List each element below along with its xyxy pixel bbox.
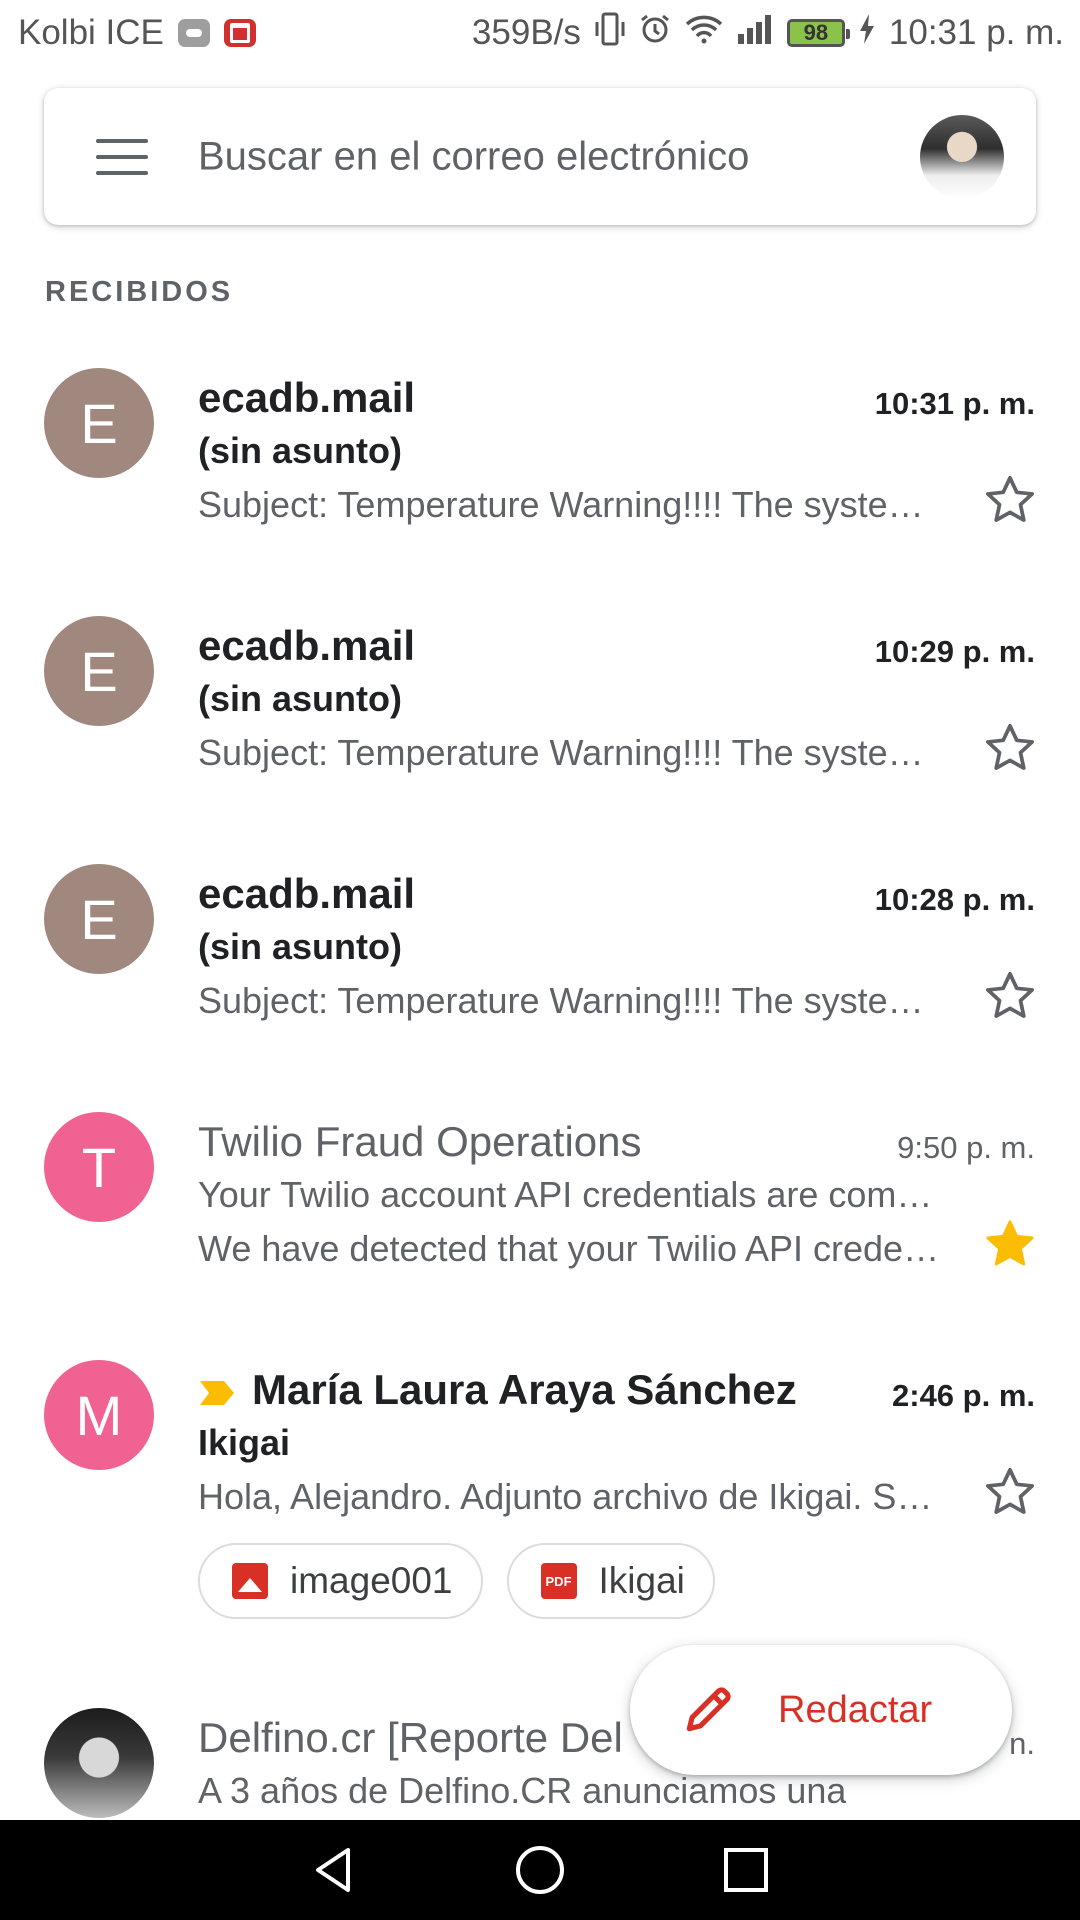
home-icon[interactable] [512, 1842, 568, 1898]
sender-avatar: E [44, 616, 154, 726]
attachment-chip-pdf[interactable]: PDF Ikigai [506, 1543, 715, 1619]
sender-avatar: E [44, 864, 154, 974]
sender-name: Delfino.cr [Reporte Del [198, 1714, 623, 1761]
email-time: 10:29 p. m. [874, 634, 1035, 669]
clock: 10:31 p. m. [888, 13, 1064, 52]
mail-app-icon [223, 19, 256, 47]
attachment-name: image001 [290, 1560, 453, 1601]
alarm-icon [639, 13, 671, 53]
system-nav-bar [0, 1820, 1080, 1920]
account-avatar[interactable] [920, 114, 1004, 199]
sender-name: María Laura Araya Sánchez [252, 1366, 797, 1413]
status-bar: Kolbi ICE 359B/s 98 10:31 p. m. [0, 0, 1080, 66]
image-icon [232, 1563, 268, 1599]
sender-name: Twilio Fraud Operations [198, 1118, 642, 1165]
email-subject: (sin asunto) [198, 430, 402, 471]
email-snippet: Subject: Temperature Warning!!!! The sys… [198, 732, 943, 773]
email-subject: (sin asunto) [198, 926, 402, 967]
email-subject: Your Twilio account API credentials are … [198, 1174, 948, 1215]
email-snippet: A 3 años de Delfino.CR anunciamos una [198, 1770, 847, 1811]
back-icon[interactable] [306, 1842, 362, 1898]
attachment-name: Ikigai [598, 1560, 685, 1601]
attachment-list: image001 PDF Ikigai [198, 1543, 715, 1619]
email-time: 9:50 p. m. [897, 1130, 1035, 1165]
email-snippet: Hola, Alejandro. Adjunto archivo de Ikig… [198, 1476, 943, 1517]
recents-icon[interactable] [718, 1842, 774, 1898]
signal-icon [737, 14, 773, 52]
sender-avatar: M [44, 1360, 154, 1470]
wifi-icon [685, 14, 723, 52]
important-marker-icon[interactable] [198, 1379, 236, 1407]
email-time: 10:28 p. m. [874, 882, 1035, 917]
hamburger-menu-icon[interactable] [96, 138, 148, 175]
email-row[interactable]: E ecadb.mail 10:29 p. m. (sin asunto) Su… [0, 616, 1080, 816]
message-icon [177, 19, 210, 47]
compose-label: Redactar [778, 1688, 933, 1731]
pdf-icon: PDF [540, 1563, 577, 1599]
section-label-inbox: RECIBIDOS [45, 276, 234, 308]
email-row[interactable]: T Twilio Fraud Operations 9:50 p. m. You… [0, 1112, 1080, 1312]
sender-name: ecadb.mail [198, 870, 416, 917]
battery-icon: 98 [786, 19, 850, 47]
charging-icon [859, 14, 875, 52]
email-subject: Ikigai [198, 1422, 291, 1463]
email-row[interactable]: M María Laura Araya Sánchez 2:46 p. m. I… [0, 1360, 1080, 1630]
vibrate-icon [595, 12, 625, 54]
sender-avatar: E [44, 368, 154, 478]
email-snippet: Subject: Temperature Warning!!!! The sys… [198, 980, 943, 1021]
star-outline-icon[interactable] [982, 720, 1038, 776]
email-snippet: We have detected that your Twilio API cr… [198, 1228, 943, 1269]
star-outline-icon[interactable] [982, 1464, 1038, 1520]
email-time: 10:31 p. m. [874, 386, 1035, 421]
search-input[interactable] [198, 134, 858, 179]
network-speed: 359B/s [471, 13, 581, 52]
status-bar-left: Kolbi ICE [18, 13, 256, 53]
sender-line: María Laura Araya Sánchez [198, 1366, 797, 1414]
compose-button[interactable]: Redactar [630, 1645, 1012, 1775]
sender-name: ecadb.mail [198, 622, 416, 669]
attachment-chip-image[interactable]: image001 [198, 1543, 483, 1619]
sender-name: ecadb.mail [198, 374, 416, 421]
email-subject: (sin asunto) [198, 678, 402, 719]
status-bar-right: 359B/s 98 10:31 p. m. [472, 12, 1064, 54]
star-outline-icon[interactable] [982, 968, 1038, 1024]
email-time: n. [1009, 1726, 1035, 1761]
star-outline-icon[interactable] [982, 472, 1038, 528]
star-filled-icon[interactable] [982, 1216, 1038, 1272]
pencil-icon [686, 1687, 731, 1732]
sender-avatar-photo [44, 1708, 154, 1818]
email-time: 2:46 p. m. [892, 1378, 1035, 1413]
carrier-name: Kolbi ICE [18, 13, 164, 52]
email-row[interactable]: E ecadb.mail 10:28 p. m. (sin asunto) Su… [0, 864, 1080, 1064]
email-snippet: Subject: Temperature Warning!!!! The sys… [198, 484, 943, 525]
sender-avatar: T [44, 1112, 154, 1222]
search-bar[interactable] [44, 88, 1036, 225]
email-row[interactable]: E ecadb.mail 10:31 p. m. (sin asunto) Su… [0, 368, 1080, 568]
